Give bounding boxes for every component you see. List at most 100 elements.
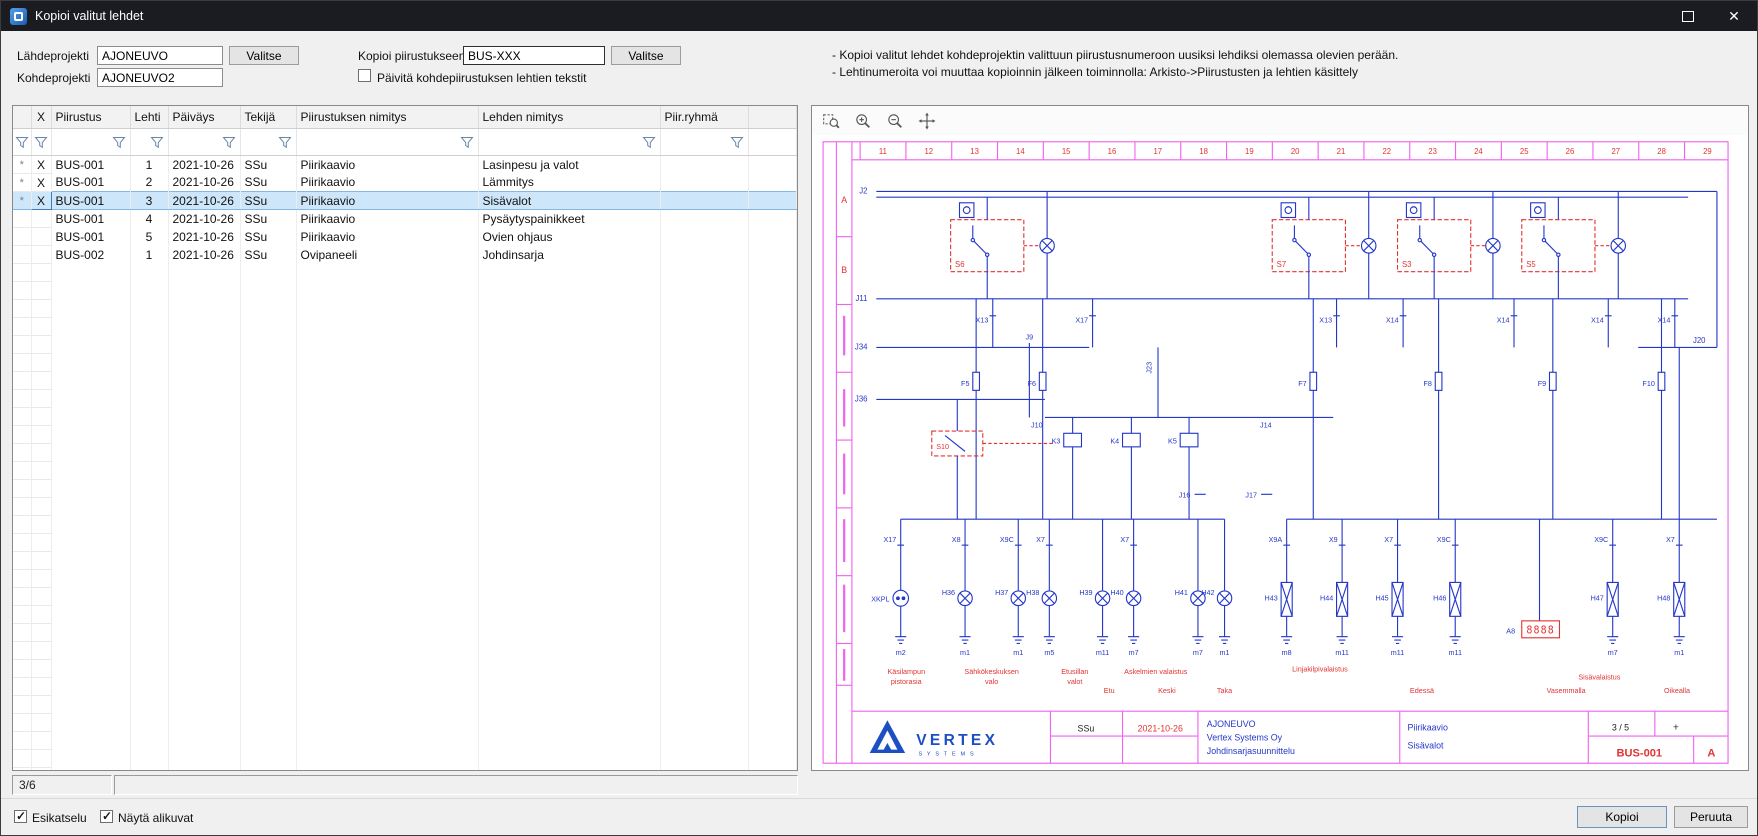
table-row[interactable]: * X BUS-001 2 2021-10-26 SSu Piirikaavio… [13, 174, 797, 192]
empty-row [13, 408, 797, 426]
svg-text:Vertex Systems Oy: Vertex Systems Oy [1207, 733, 1283, 743]
column-header-tekija[interactable]: Tekijä [240, 106, 296, 129]
empty-row [13, 588, 797, 606]
svg-text:BUS-001: BUS-001 [1617, 747, 1663, 759]
column-header-piir-ryhma[interactable]: Piir.ryhmä [660, 106, 748, 129]
empty-row [13, 750, 797, 768]
column-header-paivays[interactable]: Päiväys [168, 106, 240, 129]
cell-tekija: SSu [240, 228, 296, 246]
row-x-cell[interactable] [31, 246, 51, 264]
empty-row [13, 318, 797, 336]
form-area: Lähdeprojekti Valitse Kohdeprojekti Kopi… [1, 31, 1757, 105]
svg-text:m11: m11 [1335, 648, 1348, 657]
zoom-in-icon[interactable] [854, 112, 872, 130]
empty-row [13, 264, 797, 282]
svg-text:AJONEUVO: AJONEUVO [1207, 719, 1256, 729]
row-marker [13, 210, 31, 228]
pan-icon[interactable] [918, 112, 936, 130]
empty-row [13, 714, 797, 732]
cell-lehden-nimitys: Lämmitys [478, 174, 660, 192]
cell-piirustus: BUS-001 [51, 156, 130, 174]
source-project-select-button[interactable]: Valitse [229, 46, 299, 65]
empty-row [13, 768, 797, 772]
svg-text:m11: m11 [1391, 648, 1404, 657]
zoom-out-icon[interactable] [886, 112, 904, 130]
maximize-button[interactable] [1665, 1, 1711, 31]
table-row[interactable]: BUS-002 1 2021-10-26 SSu Ovipaneeli Johd… [13, 246, 797, 264]
update-texts-checkbox[interactable] [358, 69, 371, 82]
column-header-marker[interactable] [13, 106, 31, 129]
cell-tekija: SSu [240, 156, 296, 174]
target-project-input[interactable] [97, 68, 223, 87]
cell-paivays: 2021-10-26 [168, 192, 240, 210]
row-x-cell[interactable] [31, 228, 51, 246]
preview-checkbox[interactable] [14, 810, 27, 823]
svg-text:F7: F7 [1298, 379, 1306, 388]
svg-text:Linjakilpivalaistus: Linjakilpivalaistus [1292, 665, 1348, 674]
table-row[interactable]: BUS-001 4 2021-10-26 SSu Piirikaavio Pys… [13, 210, 797, 228]
cell-piirustuksen-nimitys: Piirikaavio [296, 228, 478, 246]
column-header-piirustuksen-nimitys[interactable]: Piirustuksen nimitys [296, 106, 478, 129]
update-texts-label: Päivitä kohdepiirustuksen lehtien teksti… [377, 71, 586, 85]
cancel-button[interactable]: Peruuta [1674, 806, 1748, 828]
show-subpictures-label: Näytä alikuvat [118, 811, 193, 825]
close-button[interactable]: ✕ [1711, 1, 1757, 31]
row-x-cell[interactable]: X [31, 156, 51, 174]
svg-text:X17: X17 [1075, 315, 1088, 324]
svg-text:m7: m7 [1608, 648, 1618, 657]
cell-lehden-nimitys: Johdinsarja [478, 246, 660, 264]
schematic-drawing: 11121314151617181920212223242526272829AB… [812, 135, 1748, 770]
svg-text:J34: J34 [855, 343, 868, 352]
svg-text:Johdinsarjasuunnittelu: Johdinsarjasuunnittelu [1207, 746, 1295, 756]
svg-text:X9: X9 [1329, 535, 1338, 544]
table-row[interactable]: BUS-001 5 2021-10-26 SSu Piirikaavio Ovi… [13, 228, 797, 246]
cell-piirustus: BUS-001 [51, 210, 130, 228]
maximize-icon [1682, 11, 1694, 22]
svg-text:22: 22 [1382, 147, 1391, 156]
column-header-lehden-nimitys[interactable]: Lehden nimitys [478, 106, 660, 129]
preview-toolbar [812, 106, 1748, 135]
row-x-cell-focused[interactable]: X [31, 192, 51, 210]
copy-button[interactable]: Kopioi [1577, 806, 1667, 828]
filter-icon[interactable] [34, 136, 48, 149]
zoom-window-icon[interactable] [822, 112, 840, 130]
filter-icon[interactable] [222, 136, 236, 149]
copy-to-select-button[interactable]: Valitse [611, 46, 681, 65]
column-header-piirustus[interactable]: Piirustus [51, 106, 130, 129]
show-subpictures-checkbox[interactable] [100, 810, 113, 823]
cell-piir-ryhma [660, 210, 748, 228]
filter-icon[interactable] [112, 136, 126, 149]
table-row-selected[interactable]: * X BUS-001 3 2021-10-26 SSu Piirikaavio… [13, 192, 797, 210]
column-header-x[interactable]: X [31, 106, 51, 129]
column-header-filler [748, 106, 797, 129]
filter-icon[interactable] [150, 136, 164, 149]
schematic-preview[interactable]: 11121314151617181920212223242526272829AB… [812, 135, 1748, 770]
filter-icon[interactable] [15, 136, 29, 149]
svg-text:F9: F9 [1538, 379, 1546, 388]
copy-to-drawing-input[interactable] [463, 46, 605, 65]
filter-icon[interactable] [278, 136, 292, 149]
svg-text:K4: K4 [1110, 436, 1119, 445]
column-header-lehti[interactable]: Lehti [130, 106, 168, 129]
svg-text:8888: 8888 [1526, 625, 1554, 636]
svg-text:m7: m7 [1193, 648, 1203, 657]
filter-icon[interactable] [460, 136, 474, 149]
svg-text:14: 14 [1016, 147, 1025, 156]
table-row[interactable]: * X BUS-001 1 2021-10-26 SSu Piirikaavio… [13, 156, 797, 174]
svg-text:H38: H38 [1026, 588, 1039, 597]
filter-icon[interactable] [642, 136, 656, 149]
cell-piirustus: BUS-001 [51, 228, 130, 246]
row-x-cell[interactable]: X [31, 174, 51, 192]
svg-text:X9A: X9A [1269, 535, 1283, 544]
svg-text:28: 28 [1657, 147, 1666, 156]
empty-row [13, 444, 797, 462]
source-project-input[interactable] [97, 46, 223, 65]
svg-text:Sähkökeskuksen: Sähkökeskuksen [964, 667, 1018, 676]
cell-piirustuksen-nimitys: Piirikaavio [296, 174, 478, 192]
filter-icon[interactable] [730, 136, 744, 149]
row-x-cell[interactable] [31, 210, 51, 228]
preview-panel: 11121314151617181920212223242526272829AB… [811, 105, 1749, 771]
svg-text:valot: valot [1067, 677, 1082, 686]
svg-text:X7: X7 [1120, 535, 1129, 544]
window-controls: ✕ [1665, 1, 1757, 31]
